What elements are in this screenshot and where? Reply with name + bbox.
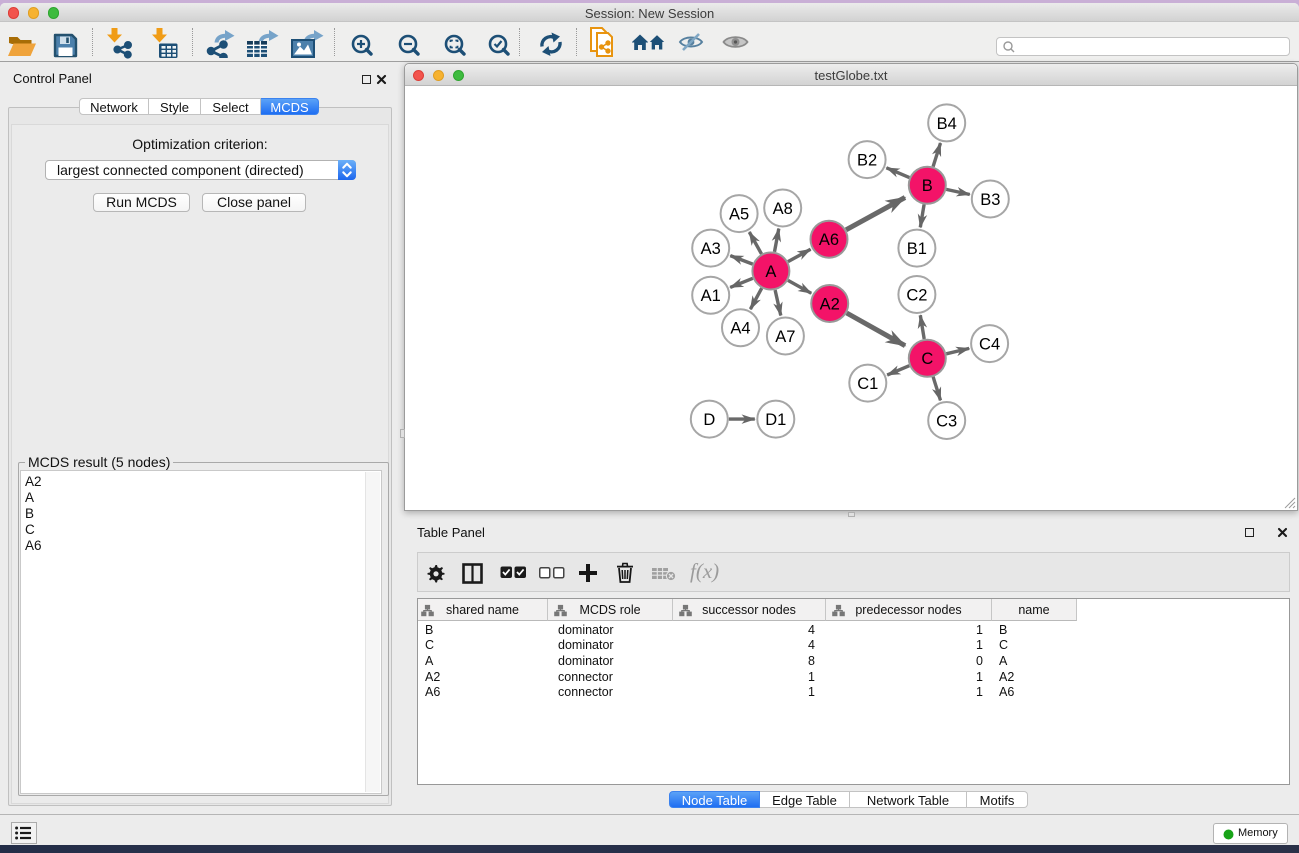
svg-text:B1: B1 (907, 240, 927, 258)
svg-text:D1: D1 (765, 411, 786, 429)
svg-text:A2: A2 (820, 296, 840, 314)
svg-text:A3: A3 (701, 240, 721, 258)
svg-text:D: D (703, 411, 715, 429)
svg-text:C3: C3 (936, 413, 957, 431)
svg-text:C: C (921, 350, 933, 368)
svg-text:B4: B4 (937, 115, 957, 133)
svg-text:A: A (765, 263, 776, 281)
svg-text:A4: A4 (730, 320, 750, 338)
svg-text:B3: B3 (980, 191, 1000, 209)
svg-text:C4: C4 (979, 336, 1000, 354)
svg-text:A8: A8 (773, 200, 793, 218)
svg-text:A1: A1 (701, 287, 721, 305)
svg-text:B2: B2 (857, 152, 877, 170)
svg-text:A6: A6 (819, 231, 839, 249)
svg-text:C1: C1 (857, 375, 878, 393)
svg-text:B: B (922, 177, 933, 195)
svg-text:C2: C2 (906, 287, 927, 305)
svg-text:A5: A5 (729, 206, 749, 224)
svg-text:A7: A7 (775, 328, 795, 346)
